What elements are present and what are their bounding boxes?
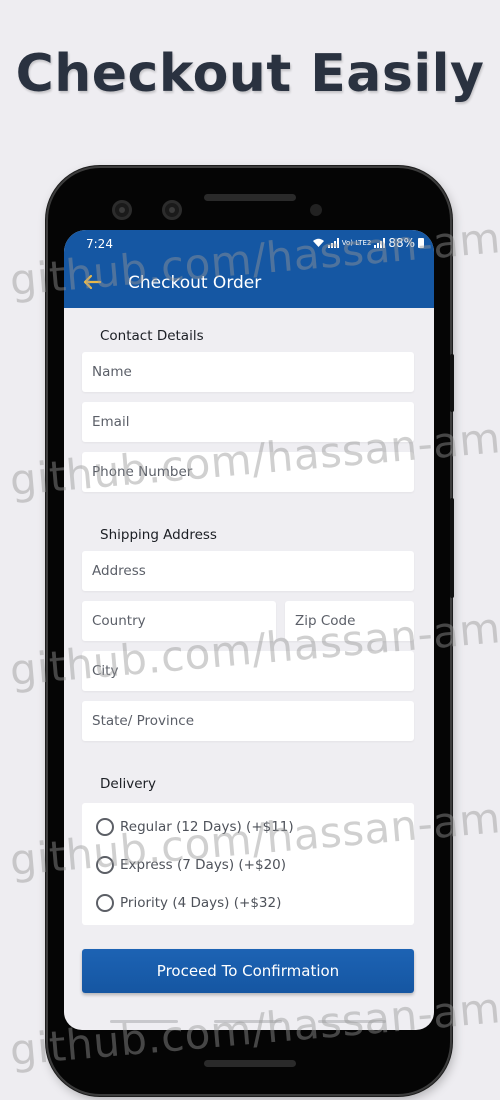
delivery-option-priority[interactable]: Priority (4 Days) (+$32) — [96, 894, 281, 912]
name-field[interactable] — [82, 352, 414, 392]
network-type: Vo) LTE2 — [341, 238, 372, 247]
city-input[interactable] — [82, 651, 414, 691]
signal-icon — [327, 238, 339, 248]
delivery-option-label: Regular (12 Days) (+$11) — [120, 819, 294, 835]
address-input[interactable] — [82, 551, 414, 591]
email-input[interactable] — [82, 402, 414, 442]
proximity-sensor — [310, 204, 322, 216]
address-field[interactable] — [82, 551, 414, 591]
delivery-option-label: Priority (4 Days) (+$32) — [120, 895, 282, 911]
status-bar: 7:24 Vo) LTE2 88% — [64, 230, 434, 258]
wifi-icon — [312, 238, 324, 247]
nav-bar-indicator — [214, 1020, 282, 1023]
delivery-section-title: Delivery — [100, 776, 157, 792]
delivery-option-express[interactable]: Express (7 Days) (+$20) — [96, 856, 286, 874]
radio-button[interactable] — [96, 894, 114, 912]
contact-section-title: Contact Details — [100, 328, 204, 344]
country-input[interactable] — [82, 601, 276, 641]
page-title: Checkout Order — [128, 273, 262, 293]
front-camera-icon — [112, 200, 132, 220]
state-province-field[interactable] — [82, 701, 414, 741]
state-province-input[interactable] — [82, 701, 414, 741]
phone-input[interactable] — [82, 452, 414, 492]
earpiece-speaker — [204, 194, 296, 201]
arrow-left-icon[interactable] — [82, 272, 102, 292]
status-icons: Vo) LTE2 88% — [312, 236, 424, 250]
volume-button — [450, 354, 454, 412]
country-field[interactable] — [82, 601, 276, 641]
power-button — [450, 498, 454, 598]
status-time: 7:24 — [86, 237, 113, 251]
bottom-speaker — [204, 1060, 296, 1067]
email-field[interactable] — [82, 402, 414, 442]
zip-code-input[interactable] — [285, 601, 414, 641]
phone-frame: 7:24 Vo) LTE2 88% Checkout Order Contact… — [46, 166, 454, 1096]
battery-percent: 88% — [388, 236, 415, 250]
nav-bar-indicator — [110, 1020, 178, 1023]
delivery-options-card: Regular (12 Days) (+$11) Express (7 Days… — [82, 803, 414, 925]
radio-button[interactable] — [96, 856, 114, 874]
front-camera-icon — [162, 200, 182, 220]
signal-icon — [374, 238, 386, 248]
zip-code-field[interactable] — [285, 601, 414, 641]
battery-icon — [418, 238, 424, 248]
shipping-section-title: Shipping Address — [100, 527, 217, 543]
name-input[interactable] — [82, 352, 414, 392]
radio-button[interactable] — [96, 818, 114, 836]
nav-bar-indicator — [318, 1020, 386, 1023]
headline: Checkout Easily — [15, 44, 485, 104]
delivery-option-label: Express (7 Days) (+$20) — [120, 857, 287, 873]
phone-field[interactable] — [82, 452, 414, 492]
delivery-option-regular[interactable]: Regular (12 Days) (+$11) — [96, 818, 294, 836]
app-bar: Checkout Order — [64, 258, 434, 308]
app-screen: 7:24 Vo) LTE2 88% Checkout Order Contact… — [64, 230, 434, 1030]
proceed-to-confirmation-button[interactable]: Proceed To Confirmation — [82, 949, 414, 993]
city-field[interactable] — [82, 651, 414, 691]
